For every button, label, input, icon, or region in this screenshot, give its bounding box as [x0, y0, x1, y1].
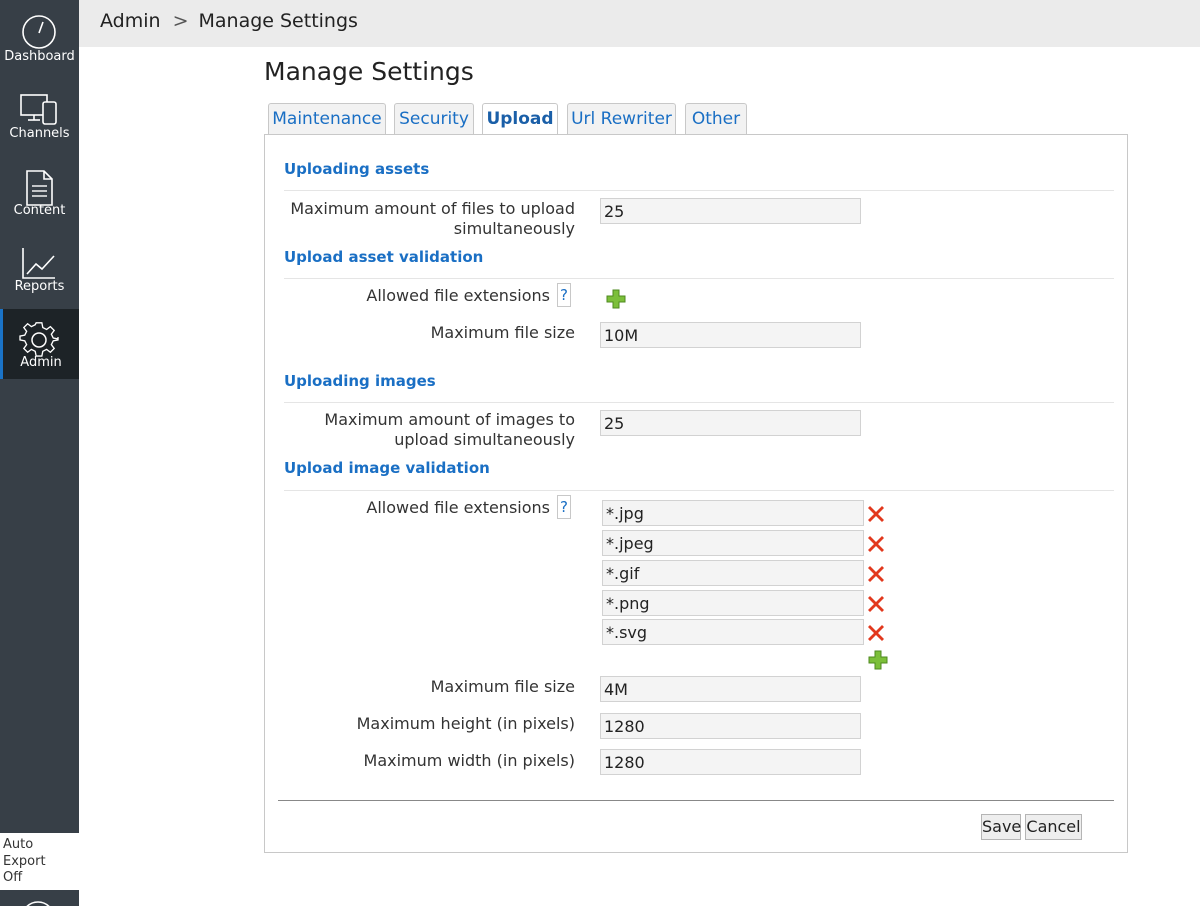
sidebar-item-label: Channels: [9, 126, 70, 141]
help-icon[interactable]: ?: [557, 283, 571, 307]
extension-input[interactable]: *.svg: [602, 619, 864, 645]
label-line: upload simultaneously: [394, 430, 575, 449]
extension-input[interactable]: *.jpg: [602, 500, 864, 526]
sidebar-item-label: Dashboard: [4, 49, 75, 64]
divider: [284, 190, 1114, 191]
extension-input[interactable]: *.gif: [602, 560, 864, 586]
label-line: Maximum amount of images to: [324, 410, 575, 429]
auto-export-line: Export: [3, 853, 46, 869]
breadcrumb-separator-icon: >: [172, 10, 189, 32]
delete-extension-icon[interactable]: [866, 594, 886, 614]
max-width-label: Maximum width (in pixels): [363, 751, 575, 770]
dashboard-icon: [22, 15, 56, 49]
auto-export-line: Auto: [3, 837, 34, 852]
sidebar-item-channels[interactable]: Channels: [0, 80, 79, 150]
section-heading: Upload asset validation: [284, 248, 484, 266]
divider: [284, 490, 1114, 491]
save-button[interactable]: Save: [981, 814, 1021, 840]
tab-upload[interactable]: Upload: [482, 103, 558, 135]
extension-input[interactable]: *.jpeg: [602, 530, 864, 556]
partial-circle-icon[interactable]: [18, 898, 58, 906]
tab-security[interactable]: Security: [394, 103, 474, 134]
max-images-input[interactable]: 25: [600, 410, 861, 436]
channels-icon: [20, 94, 57, 125]
tab-maintenance[interactable]: Maintenance: [268, 103, 386, 134]
tab-other[interactable]: Other: [685, 103, 747, 134]
cancel-button[interactable]: Cancel: [1025, 814, 1082, 840]
image-allowed-extensions-label: Allowed file extensions: [366, 498, 550, 517]
delete-extension-icon[interactable]: [866, 504, 886, 524]
max-files-label: Maximum amount of files to upload simult…: [290, 199, 575, 239]
label-line: simultaneously: [453, 219, 575, 238]
max-width-input[interactable]: 1280: [600, 749, 861, 775]
footer-divider: [278, 800, 1114, 801]
max-images-label: Maximum amount of images to upload simul…: [324, 410, 575, 450]
top-bar: Admin > Manage Settings: [79, 0, 1200, 47]
max-file-size-input[interactable]: 10M: [600, 322, 861, 348]
page-title: Manage Settings: [264, 57, 474, 86]
content-icon: [26, 170, 53, 206]
delete-extension-icon[interactable]: [866, 564, 886, 584]
sidebar-item-reports[interactable]: Reports: [0, 232, 79, 302]
extension-input[interactable]: *.png: [602, 590, 864, 616]
add-extension-icon[interactable]: [606, 289, 626, 309]
breadcrumb-root[interactable]: Admin: [100, 10, 161, 32]
divider: [284, 278, 1114, 279]
section-heading: Uploading images: [284, 372, 436, 390]
sidebar-item-label: Reports: [14, 279, 65, 294]
sidebar-item-admin[interactable]: Admin: [0, 309, 79, 379]
section-heading: Upload image validation: [284, 459, 490, 477]
reports-icon: [22, 248, 55, 279]
breadcrumb-current: Manage Settings: [198, 10, 358, 32]
add-extension-icon[interactable]: [868, 650, 888, 670]
tab-url-rewriter[interactable]: Url Rewriter: [567, 103, 676, 134]
sidebar-nav: Dashboard Channels Content Reports Admin…: [0, 0, 79, 906]
section-heading: Uploading assets: [284, 160, 430, 178]
max-file-size-label: Maximum file size: [430, 323, 575, 342]
image-max-file-size-label: Maximum file size: [430, 677, 575, 696]
help-icon[interactable]: ?: [557, 495, 571, 519]
sidebar-item-dashboard[interactable]: Dashboard: [0, 0, 79, 70]
image-max-file-size-input[interactable]: 4M: [600, 676, 861, 702]
max-files-input[interactable]: 25: [600, 198, 861, 224]
sidebar-item-content[interactable]: Content: [0, 156, 79, 226]
auto-export-toggle[interactable]: Auto Export Off: [0, 833, 79, 890]
delete-extension-icon[interactable]: [866, 534, 886, 554]
sidebar-item-label: Content: [13, 203, 66, 218]
allowed-extensions-label: Allowed file extensions: [366, 286, 550, 305]
label-line: Maximum amount of files to upload: [290, 199, 575, 218]
max-height-input[interactable]: 1280: [600, 713, 861, 739]
delete-extension-icon[interactable]: [866, 623, 886, 643]
admin-gear-icon: [19, 322, 59, 357]
breadcrumb: Admin > Manage Settings: [100, 10, 358, 32]
sidebar-item-label: Admin: [20, 355, 62, 370]
max-height-label: Maximum height (in pixels): [356, 714, 575, 733]
divider: [284, 402, 1114, 403]
auto-export-line: Off: [3, 870, 23, 885]
settings-panel: [264, 134, 1128, 853]
